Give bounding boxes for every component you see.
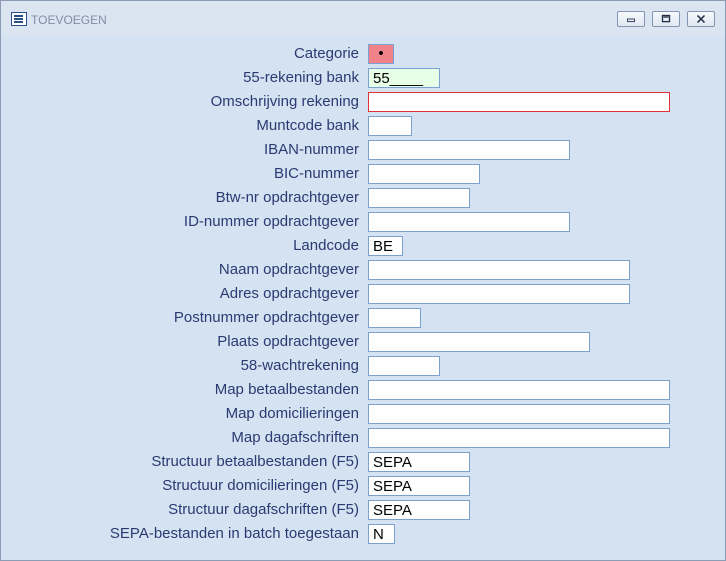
naam-opdrachtgever-label: Naam opdrachtgever: [218, 261, 359, 278]
postnummer-opdrachtgever-label: Postnummer opdrachtgever: [173, 309, 359, 326]
map-domicilieringen-field[interactable]: [368, 404, 670, 424]
close-icon: [696, 14, 706, 24]
minimize-button[interactable]: [617, 11, 645, 27]
form-row-categorie: Categorie •: [1, 44, 725, 64]
id-nummer-opdrachtgever-label: ID-nummer opdrachtgever: [183, 213, 359, 230]
structuur-betaalbestanden-label: Structuur betaalbestanden (F5): [151, 453, 359, 470]
form-row-id-nummer: ID-nummer opdrachtgever: [1, 212, 725, 232]
map-domicilieringen-label: Map domicilieringen: [225, 405, 359, 422]
id-nummer-opdrachtgever-field[interactable]: [368, 212, 570, 232]
form-row-58-wachtrekening: 58-wachtrekening: [1, 356, 725, 376]
map-dagafschriften-label: Map dagafschriften: [231, 429, 359, 446]
plaats-opdrachtgever-label: Plaats opdrachtgever: [217, 333, 359, 350]
form-row-naam: Naam opdrachtgever: [1, 260, 725, 280]
btw-nr-opdrachtgever-label: Btw-nr opdrachtgever: [215, 189, 359, 206]
structuur-dagafschriften-field[interactable]: SEPA: [368, 500, 470, 520]
structuur-domicilieringen-field[interactable]: SEPA: [368, 476, 470, 496]
postnummer-opdrachtgever-field[interactable]: [368, 308, 421, 328]
muntcode-bank-label: Muntcode bank: [256, 117, 359, 134]
close-button[interactable]: [687, 11, 715, 27]
form-row-iban: IBAN-nummer: [1, 140, 725, 160]
form-row-adres: Adres opdrachtgever: [1, 284, 725, 304]
omschrijving-rekening-label: Omschrijving rekening: [210, 93, 359, 110]
iban-nummer-label: IBAN-nummer: [263, 141, 359, 158]
toevoegen-window: TOEVOEGEN Categorie • 55-rekening bank 5…: [0, 0, 726, 561]
form-row-map-domicilieringen: Map domicilieringen: [1, 404, 725, 424]
btw-nr-opdrachtgever-field[interactable]: [368, 188, 470, 208]
structuur-betaalbestanden-field[interactable]: SEPA: [368, 452, 470, 472]
wachtrekening-58-label: 58-wachtrekening: [240, 357, 359, 374]
form-row-bic: BIC-nummer: [1, 164, 725, 184]
form-row-map-dagafschriften: Map dagafschriften: [1, 428, 725, 448]
bic-nummer-field[interactable]: [368, 164, 480, 184]
map-dagafschriften-field[interactable]: [368, 428, 670, 448]
iban-nummer-field[interactable]: [368, 140, 570, 160]
form-row-muntcode: Muntcode bank: [1, 116, 725, 136]
form-row-landcode: Landcode BE: [1, 236, 725, 256]
map-betaalbestanden-field[interactable]: [368, 380, 670, 400]
form-row-postnummer: Postnummer opdrachtgever: [1, 308, 725, 328]
landcode-label: Landcode: [293, 237, 359, 254]
rekening-55-field[interactable]: 55____: [368, 68, 440, 88]
minimize-icon: [627, 18, 635, 23]
form-row-structuur-betaalbestanden: Structuur betaalbestanden (F5) SEPA: [1, 452, 725, 472]
bic-nummer-label: BIC-nummer: [273, 165, 359, 182]
categorie-field[interactable]: •: [368, 44, 394, 64]
form-row-55-rekening-bank: 55-rekening bank 55____: [1, 68, 725, 88]
adres-opdrachtgever-label: Adres opdrachtgever: [219, 285, 359, 302]
form-row-structuur-dagafschriften: Structuur dagafschriften (F5) SEPA: [1, 500, 725, 520]
restore-icon: [661, 14, 671, 23]
restore-button[interactable]: [652, 11, 680, 27]
adres-opdrachtgever-field[interactable]: [368, 284, 630, 304]
form-row-btw-nr: Btw-nr opdrachtgever: [1, 188, 725, 208]
rekening-55-label: 55-rekening bank: [243, 69, 359, 86]
omschrijving-rekening-field[interactable]: [368, 92, 670, 112]
muntcode-bank-field[interactable]: [368, 116, 412, 136]
map-betaalbestanden-label: Map betaalbestanden: [214, 381, 359, 398]
form-row-omschrijving: Omschrijving rekening: [1, 92, 725, 112]
structuur-domicilieringen-label: Structuur domicilieringen (F5): [162, 477, 359, 494]
plaats-opdrachtgever-field[interactable]: [368, 332, 590, 352]
wachtrekening-58-field[interactable]: [368, 356, 440, 376]
structuur-dagafschriften-label: Structuur dagafschriften (F5): [168, 501, 359, 518]
landcode-field[interactable]: BE: [368, 236, 403, 256]
form-icon: [11, 12, 27, 26]
sepa-batch-label: SEPA-bestanden in batch toegestaan: [109, 525, 359, 542]
window-title: TOEVOEGEN: [31, 13, 107, 27]
categorie-label: Categorie: [293, 45, 359, 62]
form-row-sepa-batch: SEPA-bestanden in batch toegestaan N: [1, 524, 725, 544]
sepa-batch-field[interactable]: N: [368, 524, 395, 544]
form-row-plaats: Plaats opdrachtgever: [1, 332, 725, 352]
form-row-map-betaalbestanden: Map betaalbestanden: [1, 380, 725, 400]
naam-opdrachtgever-field[interactable]: [368, 260, 630, 280]
title-bar[interactable]: TOEVOEGEN: [1, 1, 725, 35]
form-row-structuur-domicilieringen: Structuur domicilieringen (F5) SEPA: [1, 476, 725, 496]
